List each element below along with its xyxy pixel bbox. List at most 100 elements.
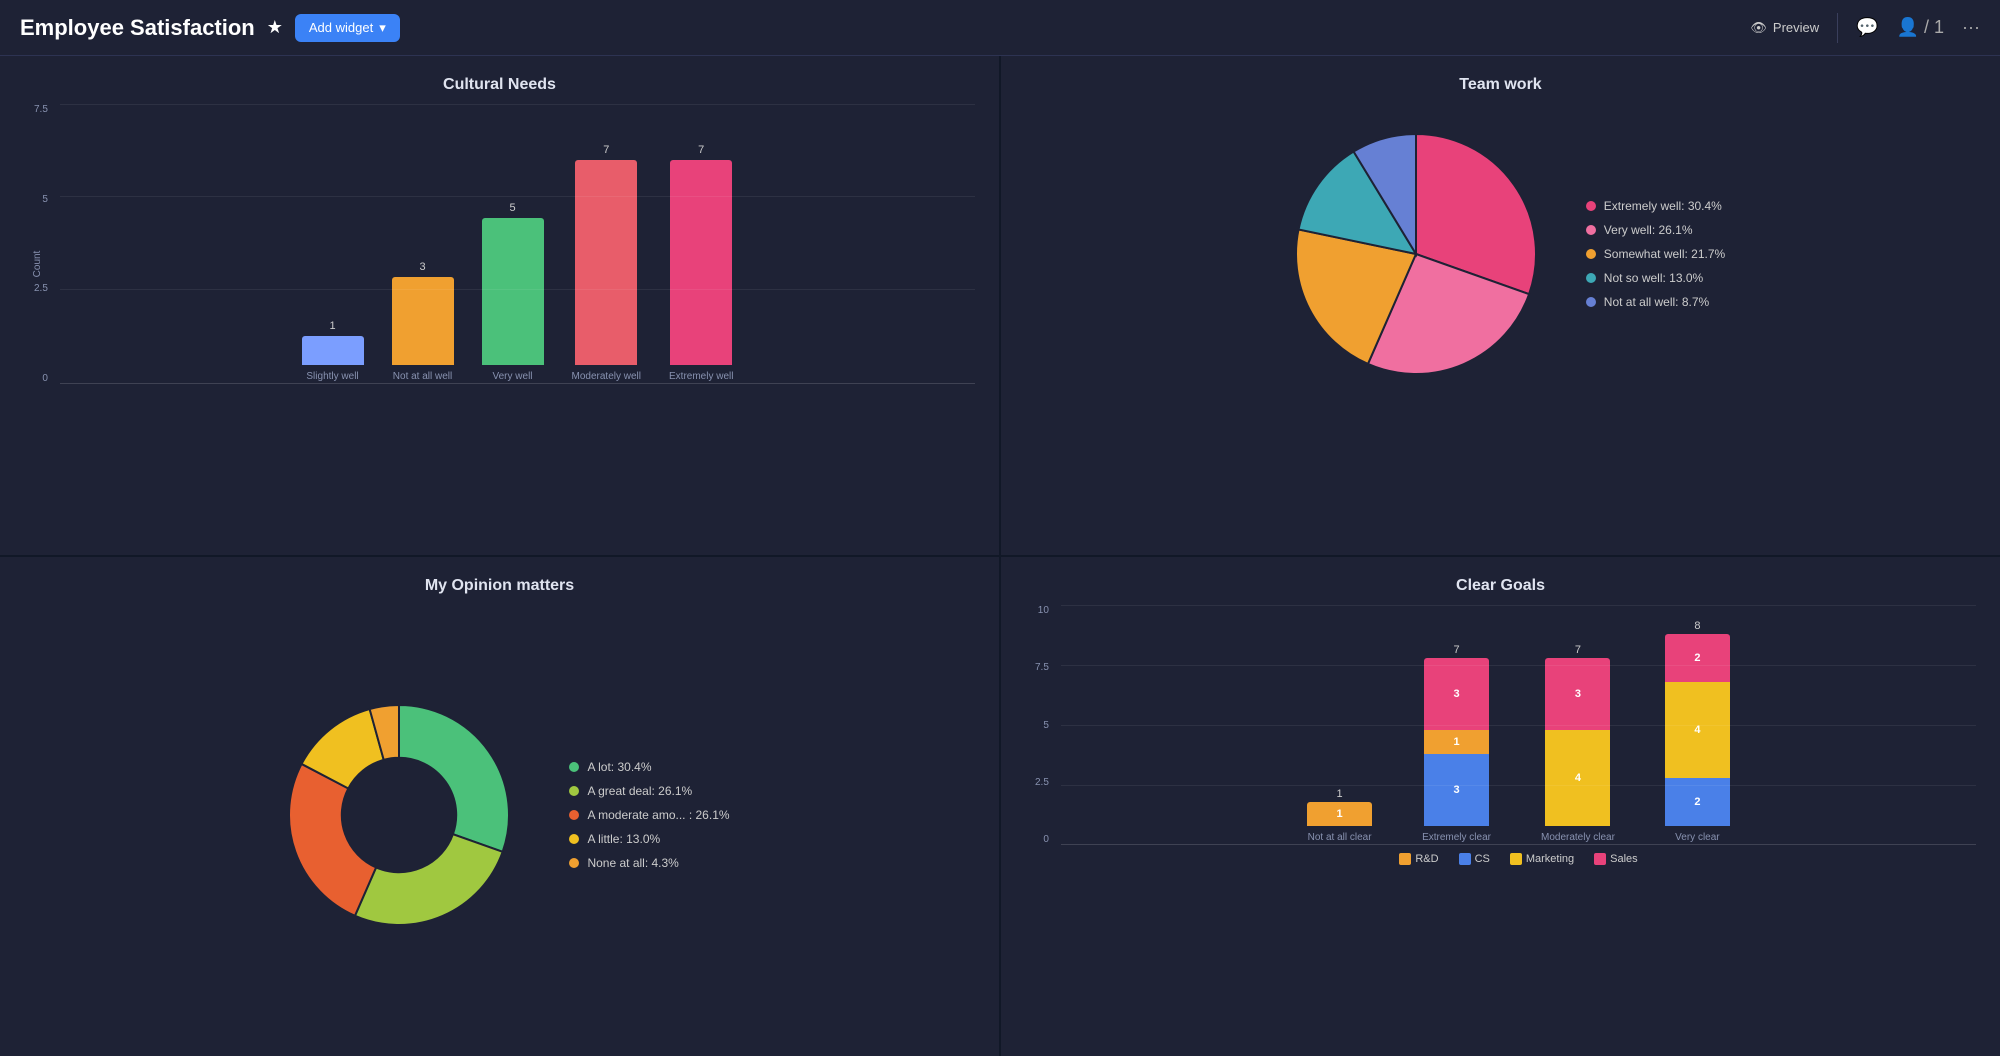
opinion-donut-chart: [269, 685, 529, 945]
page-title: Employee Satisfaction: [20, 15, 255, 41]
stacked-segment: 1: [1307, 802, 1372, 826]
stacked-bar: 313: [1424, 658, 1489, 826]
legend-label: Not at all well: 8.7%: [1604, 295, 1709, 309]
donut-chart-area: A lot: 30.4%A great deal: 26.1%A moderat…: [24, 605, 975, 1024]
legend-item: Sales: [1594, 853, 1638, 865]
legend-dot: [569, 858, 579, 868]
stacked-x-label: Moderately clear: [1541, 832, 1615, 843]
legend-rect: [1510, 853, 1522, 865]
pie-chart-area: Extremely well: 30.4%Very well: 26.1%Som…: [1025, 104, 1976, 394]
bar-group: 7 Moderately well: [572, 144, 641, 382]
teamwork-legend: Extremely well: 30.4%Very well: 26.1%Som…: [1586, 199, 1725, 309]
bar-x-label: Extremely well: [669, 371, 733, 382]
bar-chart-area: 1Slightly well3Not at all well5Very well…: [60, 104, 975, 384]
team-work-panel: Team work Extremely well: 30.4%Very well…: [1001, 56, 2000, 555]
legend-label: A little: 13.0%: [587, 832, 660, 846]
legend-label: Not so well: 13.0%: [1604, 271, 1703, 285]
stacked-segment: 4: [1545, 730, 1610, 826]
legend-item: A moderate amo... : 26.1%: [569, 808, 729, 822]
bar-value-label: 5: [509, 202, 515, 214]
stacked-x-label: Extremely clear: [1422, 832, 1491, 843]
star-icon[interactable]: ★: [267, 17, 283, 38]
opinion-panel: My Opinion matters A lot: 30.4%A great d…: [0, 557, 999, 1056]
stacked-segment: 2: [1665, 634, 1730, 682]
legend-dot: [569, 810, 579, 820]
legend-rect: [1459, 853, 1471, 865]
bar-value-label: 7: [698, 144, 704, 156]
more-options-icon[interactable]: ···: [1962, 17, 1980, 38]
pie-segment: [399, 705, 509, 852]
legend-item: Not so well: 13.0%: [1586, 271, 1725, 285]
legend-item: Marketing: [1510, 853, 1574, 865]
legend-item: None at all: 4.3%: [569, 856, 729, 870]
clear-goals-panel: Clear Goals 10 7.5 5 2.5 0 11Not at all …: [1001, 557, 2000, 1056]
add-widget-label: Add widget: [309, 20, 373, 35]
legend-dot: [569, 834, 579, 844]
chat-icon[interactable]: 💬: [1856, 17, 1878, 38]
legend-rect: [1399, 853, 1411, 865]
stacked-chart-area: 11Not at all clear7313Extremely clear743…: [1061, 605, 1976, 845]
pie-segment: [355, 834, 503, 925]
legend-rect: [1594, 853, 1606, 865]
legend-dot: [1586, 225, 1596, 235]
bar-x-label: Slightly well: [306, 371, 358, 382]
bar-x-label: Moderately well: [572, 371, 641, 382]
legend-dot: [1586, 297, 1596, 307]
stacked-segment: 1: [1424, 730, 1489, 754]
stacked-segment: 3: [1545, 658, 1610, 730]
clear-goals-legend: R&D CS Marketing Sales: [1061, 853, 1976, 865]
cultural-needs-panel: Cultural Needs Count 7.5 5 2.5 0 1Slight…: [0, 56, 999, 555]
bar: [670, 160, 732, 365]
stacked-segment: 3: [1424, 658, 1489, 730]
preview-button[interactable]: 👁 Preview: [1750, 20, 1819, 36]
legend-item: A little: 13.0%: [569, 832, 729, 846]
teamwork-pie-chart: [1276, 114, 1556, 394]
bar-total-label: 1: [1337, 788, 1343, 800]
legend-label: R&D: [1415, 853, 1438, 865]
stacked-bar-group: 11Not at all clear: [1307, 788, 1372, 843]
preview-label: Preview: [1773, 20, 1819, 35]
chevron-down-icon: ▾: [379, 20, 386, 36]
bar-groups: 1Slightly well3Not at all well5Very well…: [60, 104, 975, 384]
legend-item: R&D: [1399, 853, 1438, 865]
grid-line-3: [60, 383, 975, 384]
bar-value-label: 7: [603, 144, 609, 156]
clear-goals-y-ticks: 10 7.5 5 2.5 0: [1035, 605, 1049, 845]
stacked-bar-group: 8242Very clear: [1665, 620, 1730, 843]
stacked-bar: 242: [1665, 634, 1730, 826]
legend-dot: [569, 786, 579, 796]
legend-label: Marketing: [1526, 853, 1574, 865]
grid-line-1: [60, 196, 975, 197]
opinion-legend: A lot: 30.4%A great deal: 26.1%A moderat…: [569, 760, 729, 870]
bar: [482, 218, 544, 365]
stacked-segment: 3: [1424, 754, 1489, 826]
legend-label: CS: [1475, 853, 1490, 865]
add-widget-button[interactable]: Add widget ▾: [295, 14, 400, 42]
header: Employee Satisfaction ★ Add widget ▾ 👁 P…: [0, 0, 2000, 56]
stacked-bar: 43: [1545, 658, 1610, 826]
legend-item: Very well: 26.1%: [1586, 223, 1725, 237]
stacked-bar-group: 743Moderately clear: [1541, 644, 1615, 843]
bar-value-label: 1: [329, 320, 335, 332]
legend-item: Somewhat well: 21.7%: [1586, 247, 1725, 261]
bar: [392, 277, 454, 365]
grid-line-2: [60, 289, 975, 290]
bar-value-label: 3: [419, 261, 425, 273]
legend-label: A lot: 30.4%: [587, 760, 651, 774]
bar-group: 1 Slightly well: [302, 320, 364, 382]
stacked-segment: 4: [1665, 682, 1730, 778]
divider: [1837, 13, 1838, 43]
team-work-title: Team work: [1025, 76, 1976, 94]
stacked-x-label: Very clear: [1675, 832, 1719, 843]
users-icon[interactable]: 👤 / 1: [1897, 17, 1944, 38]
legend-dot: [569, 762, 579, 772]
legend-item: A lot: 30.4%: [569, 760, 729, 774]
bar-x-label: Not at all well: [393, 371, 452, 382]
legend-label: Very well: 26.1%: [1604, 223, 1693, 237]
stacked-bar-group: 7313Extremely clear: [1422, 644, 1491, 843]
legend-dot: [1586, 201, 1596, 211]
header-actions: 👁 Preview 💬 👤 / 1 ···: [1750, 13, 1980, 43]
y-ticks: 7.5 5 2.5 0: [34, 104, 48, 384]
bar: [575, 160, 637, 365]
stacked-bar: 1: [1307, 802, 1372, 826]
